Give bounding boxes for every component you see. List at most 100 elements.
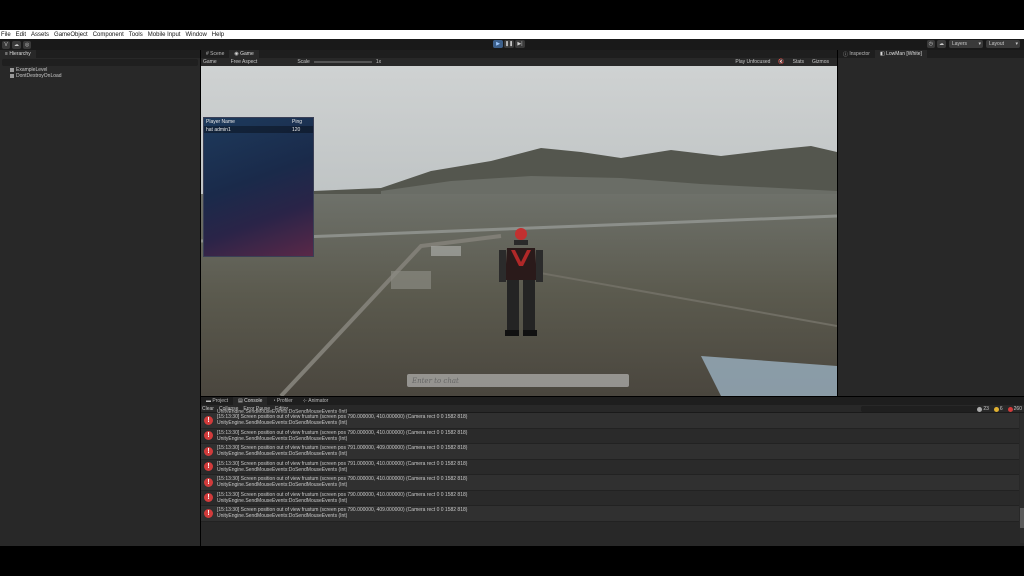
error-count: 260 xyxy=(1013,406,1022,412)
hierarchy-search-input[interactable] xyxy=(2,59,198,66)
log-message: [15:13:30] Screen position out of view f… xyxy=(217,491,468,498)
tab-hierarchy[interactable]: ≡ Hierarchy xyxy=(0,50,36,58)
error-icon: ! xyxy=(204,508,213,518)
scale-slider[interactable] xyxy=(313,61,372,63)
game-view-right-options: Play Unfocused 🔇 Stats Gizmos xyxy=(735,59,837,65)
game-tab-label: Game xyxy=(240,51,254,57)
chat-input[interactable]: Enter to chat xyxy=(407,374,629,387)
hierarchy-item-dontdestroyonload[interactable]: DontDestroyOnLoad xyxy=(0,73,200,79)
console-search-input[interactable] xyxy=(861,406,979,412)
audio-mute-icon[interactable]: 🔇 xyxy=(778,59,784,65)
game-view-toolbar: Game Free Aspect Scale 1x Play Unfocused… xyxy=(201,58,837,66)
menu-edit[interactable]: Edit xyxy=(16,32,26,38)
info-count-toggle[interactable]: 23 xyxy=(977,406,989,412)
info-count: 23 xyxy=(983,406,989,412)
project-tab-label: Project xyxy=(212,398,228,404)
log-entry[interactable]: ! [15:13:30] Screen position out of view … xyxy=(201,506,1019,522)
log-stacktrace: UnityEngine.SendMouseEvents:DoSendMouseE… xyxy=(217,451,348,458)
toolbar-right: ◷ ☁ Layers ▾ Layout ▾ xyxy=(925,40,1020,48)
inspector-tab-label: Inspector xyxy=(849,51,870,57)
hierarchy-tabbar: ≡ Hierarchy xyxy=(0,50,200,58)
console-scrollbar[interactable] xyxy=(1020,413,1024,543)
unity-scene-icon xyxy=(10,74,14,78)
log-entry[interactable]: ! [15:13:30] Screen position out of view … xyxy=(201,490,1019,506)
console-panel: ▬ Project ▤ Console ◔ Profiler ⊹ Animato… xyxy=(201,397,1024,546)
unity-scene-icon xyxy=(10,68,14,72)
menu-gameobject[interactable]: GameObject xyxy=(54,32,88,38)
building xyxy=(391,271,431,289)
menu-tools[interactable]: Tools xyxy=(129,32,143,38)
menu-file[interactable]: File xyxy=(1,32,11,38)
tab-inspector[interactable]: ⓘ Inspector xyxy=(838,50,875,58)
tab-game[interactable]: ◉ Game xyxy=(229,50,259,58)
player-ping-panel: Player Name Ping hat admin1 120 xyxy=(203,117,314,257)
letterbox-bottom xyxy=(0,546,1024,576)
chat-placeholder: Enter to chat xyxy=(412,376,459,385)
gizmos-button[interactable]: Gizmos xyxy=(812,59,829,65)
error-count-toggle[interactable]: 260 xyxy=(1007,406,1022,412)
log-stacktrace: UnityEngine.SendMouseEvents:DoSendMouseE… xyxy=(217,482,348,489)
error-icon: ! xyxy=(204,477,213,487)
log-message: [15:13:30] Screen position out of view f… xyxy=(217,460,468,467)
table-row: hat admin1 120 xyxy=(204,126,313,133)
tab-animator[interactable]: ⊹ Animator xyxy=(298,397,334,405)
menu-window[interactable]: Window xyxy=(185,32,206,38)
scene-tab-label: Scene xyxy=(210,51,225,57)
step-icon: ▶| xyxy=(517,41,523,47)
tab-console[interactable]: ▤ Console xyxy=(232,397,268,405)
pause-icon: ❚❚ xyxy=(504,41,514,47)
hierarchy-item-label: DontDestroyOnLoad xyxy=(16,73,62,79)
account-dropdown[interactable]: V xyxy=(2,40,10,49)
layout-label: Layout xyxy=(989,41,1005,47)
info-icon xyxy=(977,406,983,412)
history-icon[interactable]: ◷ xyxy=(926,40,935,48)
cloud-services-icon[interactable]: ☁ xyxy=(937,40,946,48)
menu-mobile-input[interactable]: Mobile Input xyxy=(148,32,181,38)
menu-component[interactable]: Component xyxy=(93,32,124,38)
tab-profiler[interactable]: ◔ Profiler xyxy=(267,397,297,405)
menu-assets[interactable]: Assets xyxy=(31,32,49,38)
display-dropdown[interactable]: Game xyxy=(203,59,217,65)
hierarchy-tab-label: Hierarchy xyxy=(9,51,31,57)
ping-table-header: Player Name Ping xyxy=(204,118,313,126)
aspect-dropdown[interactable]: Free Aspect xyxy=(231,59,258,65)
log-entry[interactable]: ! [15:13:30] Screen position out of view … xyxy=(201,413,1019,429)
main-toolbar: V ☁ ◎ ▶ ❚❚ ▶| ◷ ☁ Layers ▾ Layout ▾ xyxy=(0,39,1024,50)
tab-lowman[interactable]: ◧ LowMan [White] xyxy=(874,50,927,58)
warning-count-toggle[interactable]: 6 xyxy=(993,406,1003,412)
scale-value: 1x xyxy=(375,59,382,65)
tab-project[interactable]: ▬ Project xyxy=(201,397,233,405)
clear-button[interactable]: Clear xyxy=(202,406,214,412)
error-icon: ! xyxy=(204,431,213,441)
log-entry[interactable]: ! [15:13:30] Screen position out of view … xyxy=(201,428,1019,444)
pause-button[interactable]: ❚❚ xyxy=(504,40,514,48)
warning-icon xyxy=(993,406,999,412)
layout-dropdown[interactable]: Layout ▾ xyxy=(986,40,1020,48)
animator-tab-label: Animator xyxy=(308,398,329,404)
game-panel: # Scene ◉ Game Game Free Aspect Scale 1x… xyxy=(201,50,837,396)
play-mode-dropdown[interactable]: Play Unfocused xyxy=(735,59,770,65)
log-entry[interactable]: ! [15:13:30] Screen position out of view … xyxy=(201,444,1019,460)
stats-button[interactable]: Stats xyxy=(793,59,804,65)
game-viewport[interactable]: Player Name Ping hat admin1 120 Enter to… xyxy=(201,66,837,396)
game-tabbar: # Scene ◉ Game xyxy=(201,50,837,58)
ping-cell: 120 xyxy=(292,126,301,133)
log-entry[interactable]: ! [15:13:30] Screen position out of view … xyxy=(201,459,1019,475)
player-name-header: Player Name xyxy=(206,119,235,125)
log-message: [15:13:30] Screen position out of view f… xyxy=(217,429,468,436)
step-button[interactable]: ▶| xyxy=(515,40,525,48)
menu-help[interactable]: Help xyxy=(212,32,224,38)
scrollbar-thumb[interactable] xyxy=(1020,508,1024,528)
account-label: V xyxy=(4,41,8,48)
tab-scene[interactable]: # Scene xyxy=(201,50,229,58)
log-entry[interactable]: ! [15:13:30] Screen position out of view … xyxy=(201,475,1019,491)
scale-label: Scale xyxy=(297,59,310,65)
layers-dropdown[interactable]: Layers ▾ xyxy=(949,40,983,48)
log-stacktrace: UnityEngine.SendMouseEvents:DoSendMouseE… xyxy=(217,497,348,504)
collab-icon[interactable]: ◎ xyxy=(23,40,32,49)
cloud-icon[interactable]: ☁ xyxy=(12,40,21,49)
error-icon: ! xyxy=(204,462,213,472)
console-log-list: ! [15:13:30] Screen position out of view … xyxy=(201,413,1019,543)
lowman-tab-label: LowMan [White] xyxy=(886,51,922,57)
play-button[interactable]: ▶ xyxy=(493,40,503,48)
